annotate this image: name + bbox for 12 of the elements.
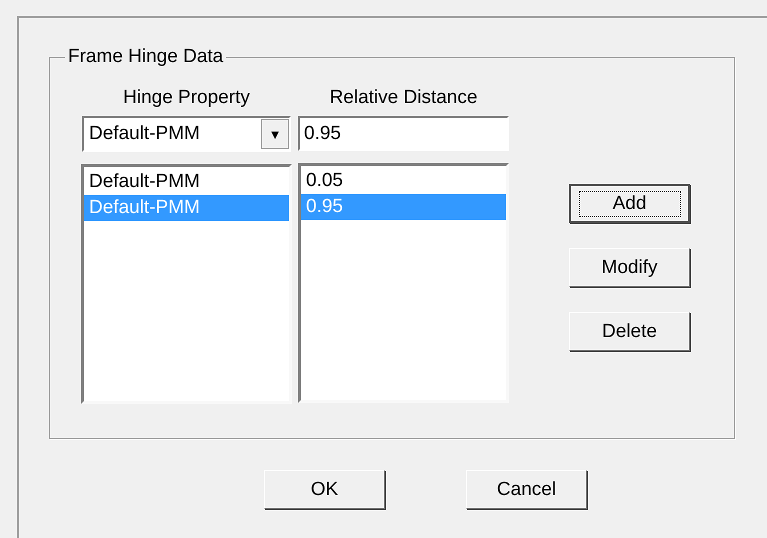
action-button[interactable]: Add [569,184,690,223]
dialog-button[interactable]: OK [264,470,385,509]
distance-field[interactable]: 0.95 [298,116,509,151]
group-title: Frame Hinge Data [65,45,226,69]
field-label: Hinge Property [123,86,250,110]
list-item[interactable]: Default-PMM [84,169,289,195]
dialog-button[interactable]: Cancel [466,470,587,509]
action-button[interactable]: Modify [569,248,690,287]
action-button[interactable]: Delete [569,312,690,351]
field-label: Relative Distance [330,86,478,110]
hinge-property-dropdown[interactable]: Default-PMM ▼ [82,116,291,152]
list-item[interactable]: 0.05 [301,168,506,194]
